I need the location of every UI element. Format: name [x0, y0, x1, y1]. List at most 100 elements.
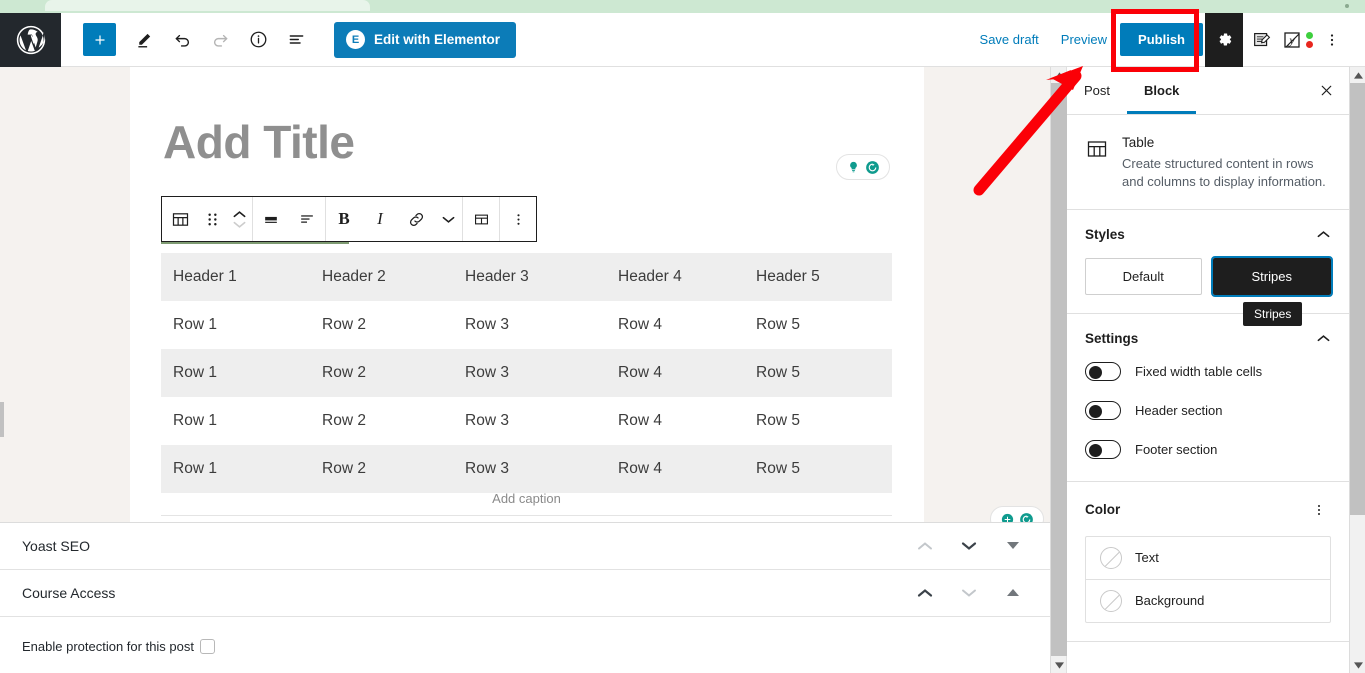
color-option-text[interactable]: Text [1086, 537, 1330, 580]
tab-block[interactable]: Block [1127, 67, 1196, 114]
toggle-panel-button[interactable] [991, 573, 1035, 613]
preview-button[interactable]: Preview [1050, 24, 1118, 55]
meta-panel-yoast-seo[interactable]: Yoast SEO [0, 523, 1050, 570]
list-view-button[interactable] [278, 22, 314, 58]
edit-note-button[interactable] [1243, 20, 1281, 60]
move-block-updown-button[interactable] [226, 197, 252, 241]
style-option-default[interactable]: Default [1085, 257, 1202, 295]
save-draft-button[interactable]: Save draft [969, 24, 1050, 55]
table-cell[interactable]: Row 2 [310, 301, 453, 349]
toggle-panel-button[interactable] [991, 526, 1035, 566]
redo-button[interactable] [202, 22, 238, 58]
move-up-button[interactable] [903, 526, 947, 566]
color-options-button[interactable] [1307, 498, 1331, 522]
table-cell[interactable]: Row 1 [161, 349, 310, 397]
more-options-button[interactable] [1313, 20, 1351, 60]
align-button[interactable] [253, 197, 289, 241]
color-option-background[interactable]: Background [1086, 580, 1330, 622]
table-cell[interactable]: Row 3 [453, 445, 606, 493]
table-cell[interactable]: Header 5 [744, 253, 892, 301]
table-header-row[interactable]: Header 1 Header 2 Header 3 Header 4 Head… [161, 253, 892, 301]
close-sidebar-button[interactable] [1303, 67, 1349, 114]
meta-panel-course-access[interactable]: Course Access [0, 570, 1050, 617]
drag-handle[interactable] [198, 197, 226, 241]
text-align-button[interactable] [289, 197, 325, 241]
table-cell[interactable]: Row 5 [744, 301, 892, 349]
scroll-up-arrow-icon[interactable] [1051, 67, 1067, 83]
table-cell[interactable]: Header 1 [161, 253, 310, 301]
bottom-ai-assist-pill[interactable] [990, 506, 1044, 522]
table-caption-input[interactable]: Add caption [161, 491, 892, 506]
move-down-button[interactable] [947, 526, 991, 566]
fixed-width-toggle[interactable] [1085, 361, 1121, 381]
top-bar-left-tools: E Edit with Elementor [61, 21, 517, 58]
tools-pencil-button[interactable] [126, 22, 162, 58]
scroll-down-arrow-icon[interactable] [1051, 657, 1067, 673]
more-rich-text-button[interactable] [434, 197, 462, 241]
scroll-up-arrow-icon[interactable] [1350, 67, 1365, 83]
sidebar-scrollbar-thumb[interactable] [1350, 83, 1365, 515]
table-cell[interactable]: Row 4 [606, 349, 744, 397]
table-cell[interactable]: Row 4 [606, 301, 744, 349]
table-cell[interactable]: Row 2 [310, 445, 453, 493]
tab-post[interactable]: Post [1067, 67, 1127, 114]
table-cell[interactable]: Row 1 [161, 445, 310, 493]
publish-button[interactable]: Publish [1120, 23, 1203, 56]
block-type-table-button[interactable] [162, 197, 198, 241]
canvas-divider [161, 515, 892, 516]
browser-tab[interactable] [45, 0, 370, 11]
editor-scrollbar[interactable] [1050, 67, 1067, 673]
table-cell[interactable]: Row 5 [744, 445, 892, 493]
title-ai-assist-pill[interactable] [836, 154, 890, 180]
table-row[interactable]: Row 1 Row 2 Row 3 Row 4 Row 5 [161, 445, 892, 493]
table-cell[interactable]: Row 3 [453, 349, 606, 397]
table-cell[interactable]: Header 2 [310, 253, 453, 301]
table-block[interactable]: Header 1 Header 2 Header 3 Header 4 Head… [161, 253, 892, 493]
scroll-down-arrow-icon[interactable] [1350, 657, 1365, 673]
edit-table-button[interactable] [463, 197, 499, 241]
header-section-toggle[interactable] [1085, 400, 1121, 420]
style-option-stripes[interactable]: Stripes [1210, 255, 1333, 297]
styles-section-header[interactable]: Styles [1085, 226, 1331, 244]
move-down-button[interactable] [947, 573, 991, 613]
edit-with-elementor-button[interactable]: E Edit with Elementor [334, 21, 517, 58]
wordpress-logo-icon[interactable] [0, 12, 61, 67]
table-cell[interactable]: Row 2 [310, 397, 453, 445]
table-cell[interactable]: Header 4 [606, 253, 744, 301]
footer-section-toggle[interactable] [1085, 439, 1121, 459]
table-cell[interactable]: Row 3 [453, 397, 606, 445]
table-cell[interactable]: Row 2 [310, 349, 453, 397]
add-block-button[interactable] [83, 23, 116, 56]
table-row[interactable]: Row 1 Row 2 Row 3 Row 4 Row 5 [161, 397, 892, 445]
table-row[interactable]: Row 1 Row 2 Row 3 Row 4 Row 5 [161, 301, 892, 349]
setting-fixed-width-table-cells: Fixed width table cells [1085, 361, 1331, 381]
table-cell[interactable]: Row 5 [744, 397, 892, 445]
sidebar-scrollbar[interactable] [1349, 67, 1365, 673]
left-scrollbar-sliver[interactable] [0, 402, 4, 437]
post-title-input[interactable]: Add Title [163, 115, 355, 169]
table-cell[interactable]: Row 1 [161, 397, 310, 445]
bold-button[interactable]: B [326, 197, 362, 241]
table-cell[interactable]: Row 5 [744, 349, 892, 397]
block-toolbar: B I [161, 196, 537, 242]
yoast-status-dots [1306, 31, 1313, 48]
move-up-button[interactable] [903, 573, 947, 613]
meta-boxes-area: Yoast SEO Course Access Enable protectio… [0, 522, 1050, 673]
block-options-button[interactable] [500, 197, 536, 241]
enable-protection-checkbox[interactable] [200, 639, 215, 654]
table-cell[interactable]: Row 1 [161, 301, 310, 349]
link-button[interactable] [398, 197, 434, 241]
italic-button[interactable]: I [362, 197, 398, 241]
table-cell[interactable]: Header 3 [453, 253, 606, 301]
details-button[interactable] [240, 22, 276, 58]
table-cell[interactable]: Row 4 [606, 445, 744, 493]
undo-button[interactable] [164, 22, 200, 58]
editor-scrollbar-thumb[interactable] [1051, 83, 1067, 656]
style-tooltip: Stripes [1243, 301, 1303, 326]
table-row[interactable]: Row 1 Row 2 Row 3 Row 4 Row 5 [161, 349, 892, 397]
table-cell[interactable]: Row 3 [453, 301, 606, 349]
yoast-seo-indicator[interactable]: y [1281, 28, 1313, 52]
table-cell[interactable]: Row 4 [606, 397, 744, 445]
settings-section-header[interactable]: Settings [1085, 330, 1331, 348]
settings-gear-button[interactable] [1205, 12, 1243, 67]
